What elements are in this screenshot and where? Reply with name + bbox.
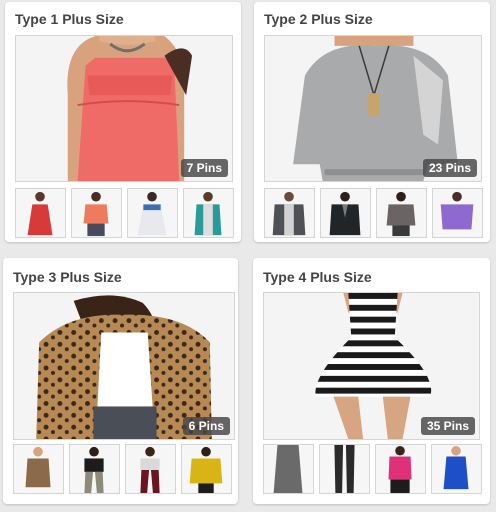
board-thumbnails: [263, 444, 485, 494]
thumbnail-teal-cardigan[interactable]: [183, 188, 234, 238]
board-card-type-1[interactable]: Type 1 Plus Size 7 Pins: [5, 2, 241, 242]
pin-count-badge: 6 Pins: [182, 417, 230, 435]
thumbnail-mustard-tunic[interactable]: [181, 444, 232, 494]
board-thumbnails: [13, 444, 238, 494]
thumbnail-printed-leggings[interactable]: [69, 444, 120, 494]
thumbnail-red-dress[interactable]: [15, 188, 66, 238]
boards-page: Type 1 Plus Size 7 Pins Type 2 Plus Size…: [0, 0, 496, 512]
board-card-type-3[interactable]: Type 3 Plus Size 6 Pins: [3, 258, 238, 504]
board-cover-image[interactable]: 35 Pins: [263, 292, 480, 440]
board-card-type-2[interactable]: Type 2 Plus Size 23 Pins: [254, 2, 490, 242]
thumbnail-grey-wrap-top[interactable]: [376, 188, 427, 238]
board-thumbnails: [15, 188, 235, 238]
board-title[interactable]: Type 1 Plus Size: [15, 11, 124, 27]
board-title[interactable]: Type 2 Plus Size: [264, 11, 373, 27]
board-title[interactable]: Type 3 Plus Size: [13, 269, 122, 285]
thumbnail-black-leggings[interactable]: [319, 444, 370, 494]
pin-count-badge: 35 Pins: [420, 417, 475, 435]
thumbnail-black-blazer[interactable]: [320, 188, 371, 238]
pin-count-badge: 23 Pins: [422, 159, 477, 177]
thumbnail-pink-tankini[interactable]: [375, 444, 426, 494]
board-card-type-4[interactable]: Type 4 Plus Size 35 Pins: [253, 258, 490, 504]
thumbnail-leopard-swimsuit[interactable]: [13, 444, 64, 494]
thumbnail-coral-top[interactable]: [71, 188, 122, 238]
board-cover-image[interactable]: 6 Pins: [13, 292, 235, 440]
thumbnail-blue-swimsuit[interactable]: [431, 444, 482, 494]
board-cover-image[interactable]: 7 Pins: [15, 35, 233, 182]
thumbnail-grey-skirt[interactable]: [263, 444, 314, 494]
pin-count-badge: 7 Pins: [180, 159, 228, 177]
thumbnail-grey-cardigan[interactable]: [264, 188, 315, 238]
thumbnail-white-dress[interactable]: [127, 188, 178, 238]
board-title[interactable]: Type 4 Plus Size: [263, 269, 372, 285]
thumbnail-purple-top[interactable]: [432, 188, 483, 238]
thumbnail-burgundy-pants[interactable]: [125, 444, 176, 494]
board-cover-image[interactable]: 23 Pins: [264, 35, 482, 182]
board-thumbnails: [264, 188, 484, 238]
